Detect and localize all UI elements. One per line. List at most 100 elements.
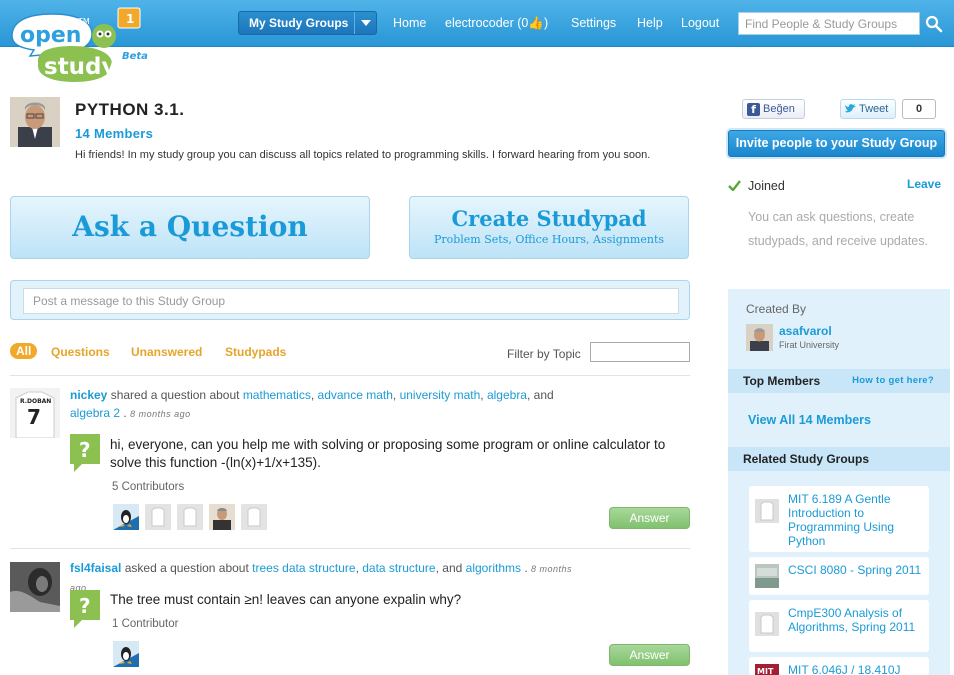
group-description: Hi friends! In my study group you can di…	[75, 149, 651, 161]
mit-logo-icon: MIT	[755, 664, 779, 675]
answer-button[interactable]: Answer	[609, 507, 690, 529]
svg-text:?: ?	[79, 594, 91, 618]
ask-question-button[interactable]: Ask a Question	[10, 196, 370, 259]
svg-text:?: ?	[79, 438, 91, 462]
feed-and: , and	[435, 561, 463, 575]
user-avatar-fsl4faisal[interactable]	[10, 562, 60, 612]
contributors-count: 5 Contributors	[112, 481, 185, 493]
nav-help[interactable]: Help	[637, 16, 663, 30]
create-studypad-subtitle: Problem Sets, Office Hours, Assignments	[433, 233, 665, 246]
openstudy-logo[interactable]: open study TM 1 Beta	[8, 4, 158, 86]
topic-link[interactable]: data structure	[362, 561, 435, 575]
related-group-name: CSCI 8080 - Spring 2011	[788, 563, 922, 577]
create-studypad-button[interactable]: Create Studypad Problem Sets, Office Hou…	[409, 196, 689, 259]
answer-button[interactable]: Answer	[609, 644, 690, 666]
logo-badge: 1	[126, 12, 134, 26]
related-group-card[interactable]: CSCI 8080 - Spring 2011	[749, 557, 929, 595]
group-placeholder-icon	[755, 499, 779, 523]
contributor-avatar[interactable]	[241, 504, 267, 530]
topic-link[interactable]: trees data structure	[252, 561, 355, 575]
tweet-count: 0	[902, 99, 936, 119]
contributor-avatar[interactable]	[177, 504, 203, 530]
divider	[10, 548, 690, 549]
facebook-like-label: Beğen	[763, 103, 795, 115]
topic-link[interactable]: advance math	[318, 388, 393, 402]
search-icon[interactable]	[922, 12, 946, 35]
top-members-title: Top Members	[743, 374, 821, 388]
topic-link[interactable]: mathematics	[243, 388, 311, 402]
logo-beta: Beta	[122, 51, 148, 62]
thumbs-up-icon: 👍	[528, 16, 544, 30]
question-icon: ?	[70, 434, 100, 472]
svg-text:R.DOBAN: R.DOBAN	[20, 398, 51, 405]
tweet-button[interactable]: Tweet	[840, 99, 896, 119]
create-studypad-title: Create Studypad	[451, 206, 647, 231]
nav-user[interactable]: electrocoder (0👍)	[445, 16, 548, 31]
related-groups-header: Related Study Groups	[728, 447, 950, 471]
tab-studypads[interactable]: Studypads	[225, 345, 286, 359]
filter-by-topic-label: Filter by Topic	[507, 347, 581, 361]
group-members-link[interactable]: 14 Members	[75, 126, 153, 141]
question-text[interactable]: The tree must contain ≥n! leaves can any…	[110, 591, 690, 609]
feed-and: , and	[526, 388, 554, 402]
related-group-card[interactable]: CmpE300 Analysis of Algorithms, Spring 2…	[749, 600, 929, 652]
contributor-avatar[interactable]	[113, 641, 139, 667]
facebook-like-button[interactable]: f Beğen	[742, 99, 805, 119]
question-text[interactable]: hi, everyone, can you help me with solvi…	[110, 436, 690, 472]
creator-name-link[interactable]: asafvarol	[779, 324, 832, 338]
facebook-icon: f	[747, 103, 760, 116]
user-avatar-nickey[interactable]: R.DOBAN 7	[10, 388, 60, 438]
topic-link[interactable]: algorithms	[466, 561, 521, 575]
logo-text-study: study	[44, 54, 117, 80]
search-input[interactable]: Find People & Study Groups	[738, 12, 920, 35]
tab-all[interactable]: All	[10, 343, 38, 359]
contributor-avatar[interactable]	[209, 504, 235, 530]
check-icon	[728, 180, 741, 191]
tab-questions[interactable]: Questions	[51, 345, 110, 359]
twitter-bird-icon	[845, 104, 856, 113]
nav-logout[interactable]: Logout	[681, 16, 719, 30]
topic-link[interactable]: university math	[400, 388, 481, 402]
creator-avatar[interactable]	[746, 324, 773, 351]
related-group-name: MIT 6.046J / 18.410J	[788, 663, 901, 675]
tweet-label: Tweet	[859, 103, 889, 115]
related-group-card[interactable]: MIT 6.189 A Gentle Introduction to Progr…	[749, 486, 929, 552]
divider	[10, 375, 690, 376]
feed-user-link[interactable]: fsl4faisal	[70, 561, 121, 575]
contributor-avatar[interactable]	[113, 504, 139, 530]
nav-home[interactable]: Home	[393, 16, 426, 30]
chevron-down-icon[interactable]	[354, 12, 376, 34]
invite-people-button[interactable]: Invite people to your Study Group	[728, 130, 945, 157]
feed-meta-1: nickey shared a question about mathemati…	[70, 388, 554, 420]
related-group-name: MIT 6.189 A Gentle Introduction to Progr…	[788, 492, 895, 548]
feed-timestamp: 8 months ago	[130, 409, 191, 419]
top-members-header: Top Members How to get here?	[728, 369, 950, 393]
contributor-avatar[interactable]	[145, 504, 171, 530]
leave-group-link[interactable]: Leave	[907, 177, 941, 191]
topic-link[interactable]: algebra 2	[70, 406, 120, 420]
question-icon: ?	[70, 590, 100, 628]
nav-settings[interactable]: Settings	[571, 16, 616, 30]
my-study-groups-label: My Study Groups	[249, 16, 349, 30]
feed-verb: shared a question about	[110, 388, 240, 402]
group-owner-avatar[interactable]	[10, 97, 60, 147]
view-all-members-link[interactable]: View All 14 Members	[748, 413, 871, 427]
related-group-card[interactable]: MIT MIT 6.046J / 18.410J	[749, 657, 929, 675]
feed-verb: asked a question about	[124, 561, 249, 575]
my-study-groups-button[interactable]: My Study Groups	[238, 11, 377, 35]
tab-unanswered[interactable]: Unanswered	[131, 345, 202, 359]
related-group-name: CmpE300 Analysis of Algorithms, Spring 2…	[788, 606, 916, 634]
post-message-input[interactable]: Post a message to this Study Group	[23, 288, 679, 314]
joined-description: You can ask questions, create studypads,…	[748, 210, 928, 248]
creator-university: Firat University	[779, 340, 840, 350]
nav-user-label: electrocoder (0	[445, 16, 529, 30]
topic-link[interactable]: algebra	[487, 388, 527, 402]
logo-tm: TM	[77, 17, 90, 26]
how-to-get-here-link[interactable]: How to get here?	[852, 369, 934, 393]
joined-status: Joined	[748, 179, 785, 193]
feed-user-link[interactable]: nickey	[70, 388, 107, 402]
filter-by-topic-input[interactable]	[590, 342, 690, 362]
nav-user-suffix: )	[543, 16, 549, 30]
contributors-count: 1 Contributor	[112, 618, 179, 630]
svg-text:MIT: MIT	[757, 667, 774, 675]
